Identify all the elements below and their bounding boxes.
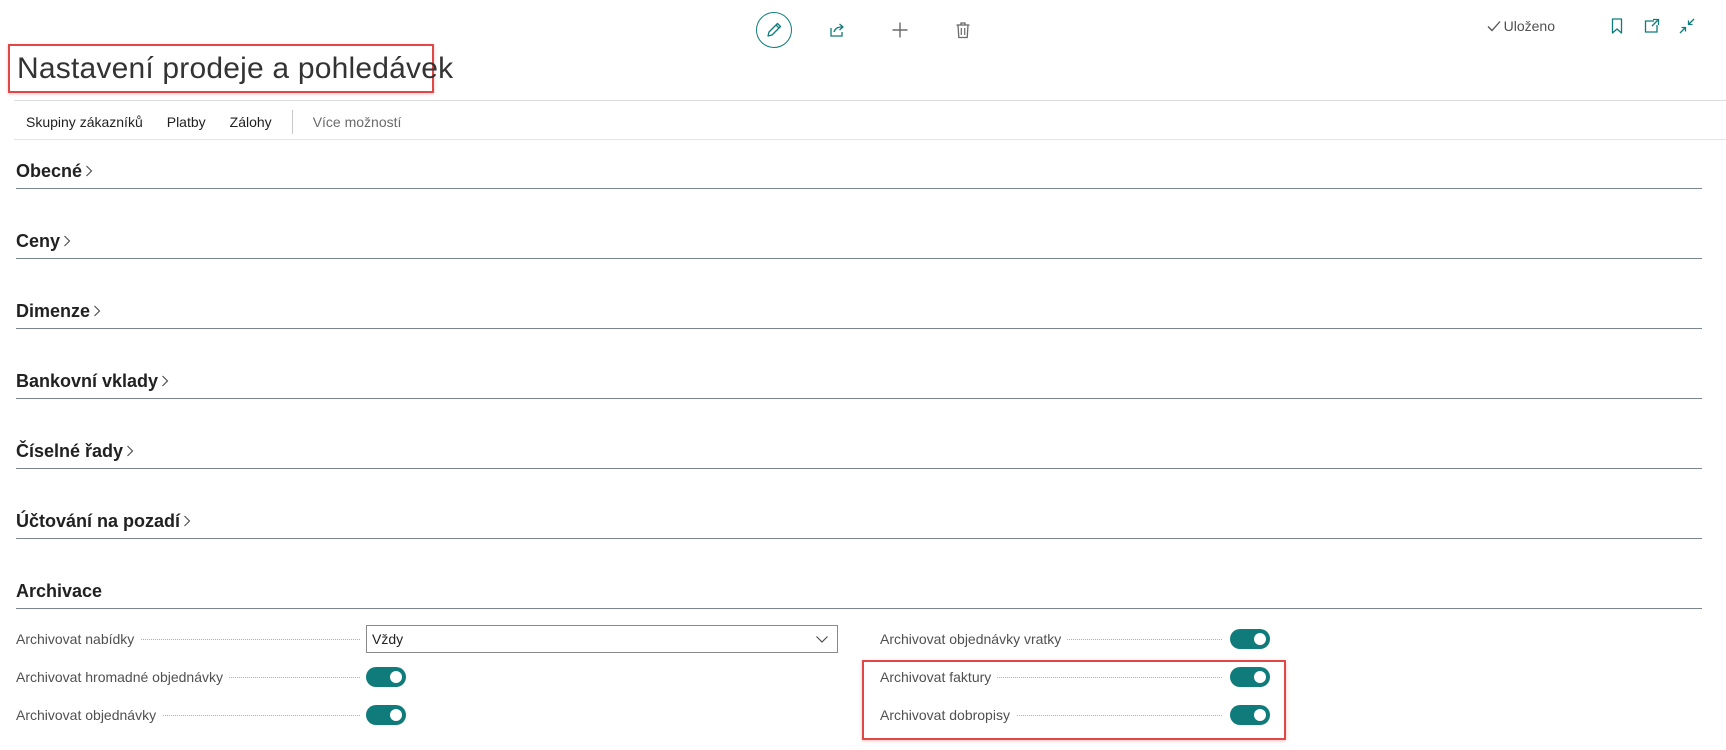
field-archive-credit-memos: Archivovat dobropisy <box>880 700 1280 730</box>
section-header[interactable]: Číselné řady <box>16 437 1702 465</box>
checkmark-icon <box>1487 21 1501 32</box>
field-archive-orders: Archivovat objednávky <box>16 700 426 730</box>
delete-button[interactable] <box>945 12 981 48</box>
action-bar-divider <box>14 139 1726 140</box>
field-archive-quotes: Archivovat nabídky Vždy <box>16 624 838 654</box>
bookmark-button[interactable] <box>1606 15 1628 37</box>
section-divider <box>16 328 1702 329</box>
saved-label: Uloženo <box>1503 18 1555 34</box>
section-divider <box>16 608 1702 609</box>
section-header[interactable]: Dimenze <box>16 297 1702 325</box>
collapse-button[interactable] <box>1676 15 1698 37</box>
delete-icon <box>956 22 970 39</box>
chevron-right-icon <box>92 303 102 319</box>
open-new-window-button[interactable] <box>1641 15 1663 37</box>
field-label: Archivovat faktury <box>880 669 998 685</box>
chevron-right-icon <box>84 163 94 179</box>
new-button[interactable] <box>882 12 918 48</box>
collapse-icon <box>1679 18 1695 34</box>
section-divider <box>16 188 1702 189</box>
section-obecne: Obecné <box>16 157 1702 189</box>
archive-credit-memos-toggle[interactable] <box>1230 705 1270 725</box>
section-title: Archivace <box>16 580 103 601</box>
field-archive-blanket-orders: Archivovat hromadné objednávky <box>16 662 426 692</box>
section-uctovani-na-pozadi: Účtování na pozadí <box>16 507 1702 539</box>
section-title: Číselné řady <box>16 440 124 461</box>
section-title: Bankovní vklady <box>16 370 159 391</box>
section-ciselne-rady: Číselné řady <box>16 437 1702 469</box>
field-label: Archivovat objednávky <box>16 707 163 723</box>
field-archive-invoices: Archivovat faktury <box>880 662 1280 692</box>
section-divider <box>16 538 1702 539</box>
edit-button[interactable] <box>756 12 792 48</box>
archive-orders-toggle[interactable] <box>366 705 406 725</box>
action-prepayments[interactable]: Zálohy <box>218 114 284 130</box>
field-archive-return-orders: Archivovat objednávky vratky <box>880 624 1280 654</box>
saved-status: Uloženo <box>1487 18 1555 34</box>
archive-quotes-select[interactable]: Vždy <box>366 625 838 653</box>
section-header[interactable]: Ceny <box>16 227 1702 255</box>
section-header[interactable]: Bankovní vklady <box>16 367 1702 395</box>
section-header[interactable]: Archivace <box>16 577 1702 605</box>
field-label: Archivovat dobropisy <box>880 707 1016 723</box>
section-title: Účtování na pozadí <box>16 510 181 531</box>
add-icon <box>892 22 908 38</box>
toggle-knob <box>1254 671 1266 683</box>
section-divider <box>16 468 1702 469</box>
toggle-knob <box>390 709 402 721</box>
archive-blanket-orders-toggle[interactable] <box>366 667 406 687</box>
chevron-right-icon <box>160 373 170 389</box>
section-dimenze: Dimenze <box>16 297 1702 329</box>
toggle-knob <box>1254 709 1266 721</box>
page-title: Nastavení prodeje a pohledávek <box>17 51 454 85</box>
chevron-right-icon <box>182 513 192 529</box>
section-archivace: Archivace <box>16 577 1702 609</box>
toggle-knob <box>390 671 402 683</box>
share-button[interactable] <box>819 12 855 48</box>
toggle-knob <box>1254 633 1266 645</box>
section-divider <box>16 398 1702 399</box>
section-divider <box>16 258 1702 259</box>
field-label: Archivovat hromadné objednávky <box>16 669 230 685</box>
select-value: Vždy <box>372 631 404 647</box>
share-icon <box>830 23 844 37</box>
bookmark-icon <box>1611 18 1623 34</box>
field-label: Archivovat nabídky <box>16 631 141 647</box>
chevron-down-icon <box>816 636 828 643</box>
top-toolbar <box>756 10 1008 50</box>
action-customer-groups[interactable]: Skupiny zákazníků <box>14 114 155 130</box>
top-right-toolbar: Uloženo <box>1487 14 1698 38</box>
archive-invoices-toggle[interactable] <box>1230 667 1270 687</box>
page: Uloženo Nastavení prodeje a pohledávek S… <box>0 0 1726 750</box>
section-header[interactable]: Obecné <box>16 157 1702 185</box>
section-title: Obecné <box>16 160 83 181</box>
open-new-window-icon <box>1644 18 1660 33</box>
action-separator <box>291 110 293 134</box>
section-ceny: Ceny <box>16 227 1702 259</box>
more-options-button[interactable]: Více možností <box>301 114 414 130</box>
section-title: Ceny <box>16 230 61 251</box>
field-label: Archivovat objednávky vratky <box>880 631 1068 647</box>
section-header[interactable]: Účtování na pozadí <box>16 507 1702 535</box>
action-payments[interactable]: Platby <box>155 114 218 130</box>
section-title: Dimenze <box>16 300 91 321</box>
page-title-highlight: Nastavení prodeje a pohledávek <box>8 44 453 93</box>
chevron-right-icon <box>62 233 72 249</box>
section-bankovni-vklady: Bankovní vklady <box>16 367 1702 399</box>
chevron-right-icon <box>125 443 135 459</box>
edit-icon <box>767 22 782 37</box>
archive-return-orders-toggle[interactable] <box>1230 629 1270 649</box>
title-divider <box>14 100 1726 101</box>
action-bar: Skupiny zákazníků Platby Zálohy Více mož… <box>14 107 413 137</box>
